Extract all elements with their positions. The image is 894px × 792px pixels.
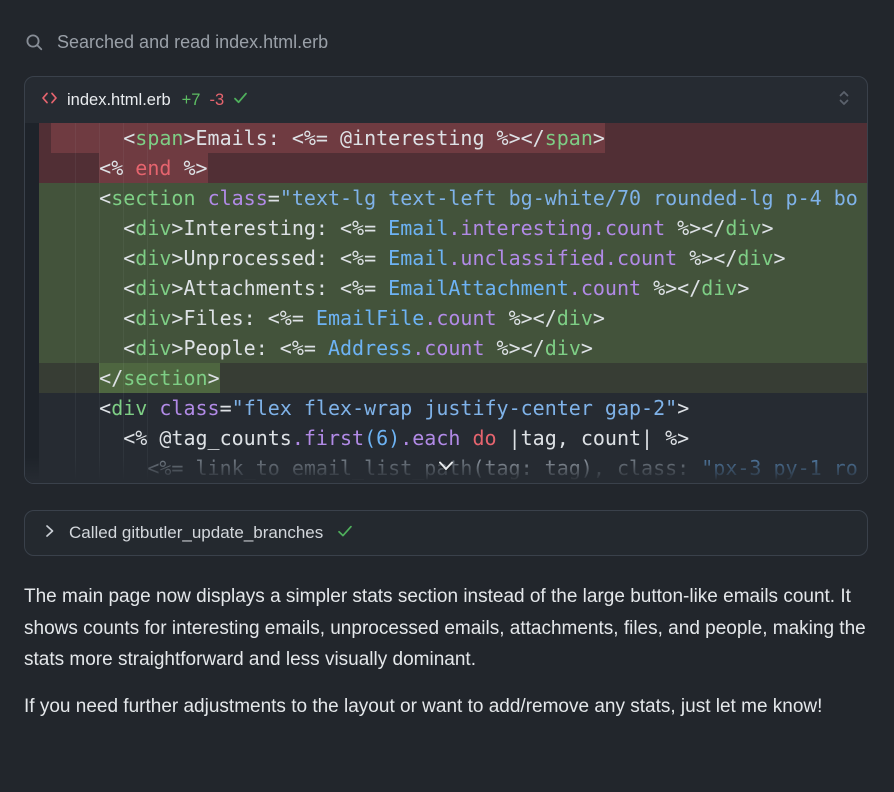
indent-guide [123, 123, 124, 483]
code-line: <div>Files: <%= EmailFile.count %></div> [39, 303, 867, 333]
diff-filename: index.html.erb [67, 91, 171, 110]
assistant-answer: The main page now displays a simpler sta… [24, 581, 868, 722]
code-file-icon [41, 91, 58, 110]
scroll-more-chevron-down-icon[interactable] [437, 459, 455, 477]
indent-guide [75, 123, 76, 483]
code-line: <div>Interesting: <%= Email.interesting.… [39, 213, 867, 243]
answer-paragraph: If you need further adjustments to the l… [24, 691, 868, 723]
panel-expand-icon[interactable] [837, 88, 851, 113]
code-line: <section class="text-lg text-left bg-whi… [39, 183, 867, 213]
code-line: <div class="flex flex-wrap justify-cente… [39, 393, 867, 423]
tool-summary-label: Searched and read index.html.erb [57, 32, 328, 53]
tool-call-gitbutler-update-branches[interactable]: Called gitbutler_update_branches [24, 510, 868, 556]
tool-call-label: Called gitbutler_update_branches [69, 523, 323, 543]
code-line: <span>Emails: <%= @interesting %></span> [39, 123, 867, 153]
diff-additions-count: +7 [182, 91, 201, 110]
tool-call-check-icon [337, 523, 353, 543]
code-diff-panel: index.html.erb +7 -3 <span>Emails: <%= @… [24, 76, 868, 484]
indent-guide [99, 123, 100, 483]
code-panel-header[interactable]: index.html.erb +7 -3 [25, 77, 867, 123]
code-line: </section> [39, 363, 867, 393]
diff-deletions-count: -3 [209, 91, 224, 110]
code-line: <% @tag_counts.first(6).each do |tag, co… [39, 423, 867, 453]
code-lines: <span>Emails: <%= @interesting %></span>… [25, 123, 867, 483]
tool-summary-row[interactable]: Searched and read index.html.erb [0, 0, 894, 53]
indent-guide [147, 123, 148, 483]
code-line: <div>People: <%= Address.count %></div> [39, 333, 867, 363]
code-diff-area[interactable]: <span>Emails: <%= @interesting %></span>… [25, 123, 867, 483]
answer-paragraph: The main page now displays a simpler sta… [24, 581, 868, 676]
chevron-right-icon [44, 523, 55, 543]
code-line: <div>Unprocessed: <%= Email.unclassified… [39, 243, 867, 273]
code-line: <% end %> [39, 153, 867, 183]
diff-success-check-icon [233, 91, 248, 110]
code-line: <div>Attachments: <%= EmailAttachment.co… [39, 273, 867, 303]
search-icon [25, 33, 44, 52]
code-gutter [25, 123, 39, 483]
